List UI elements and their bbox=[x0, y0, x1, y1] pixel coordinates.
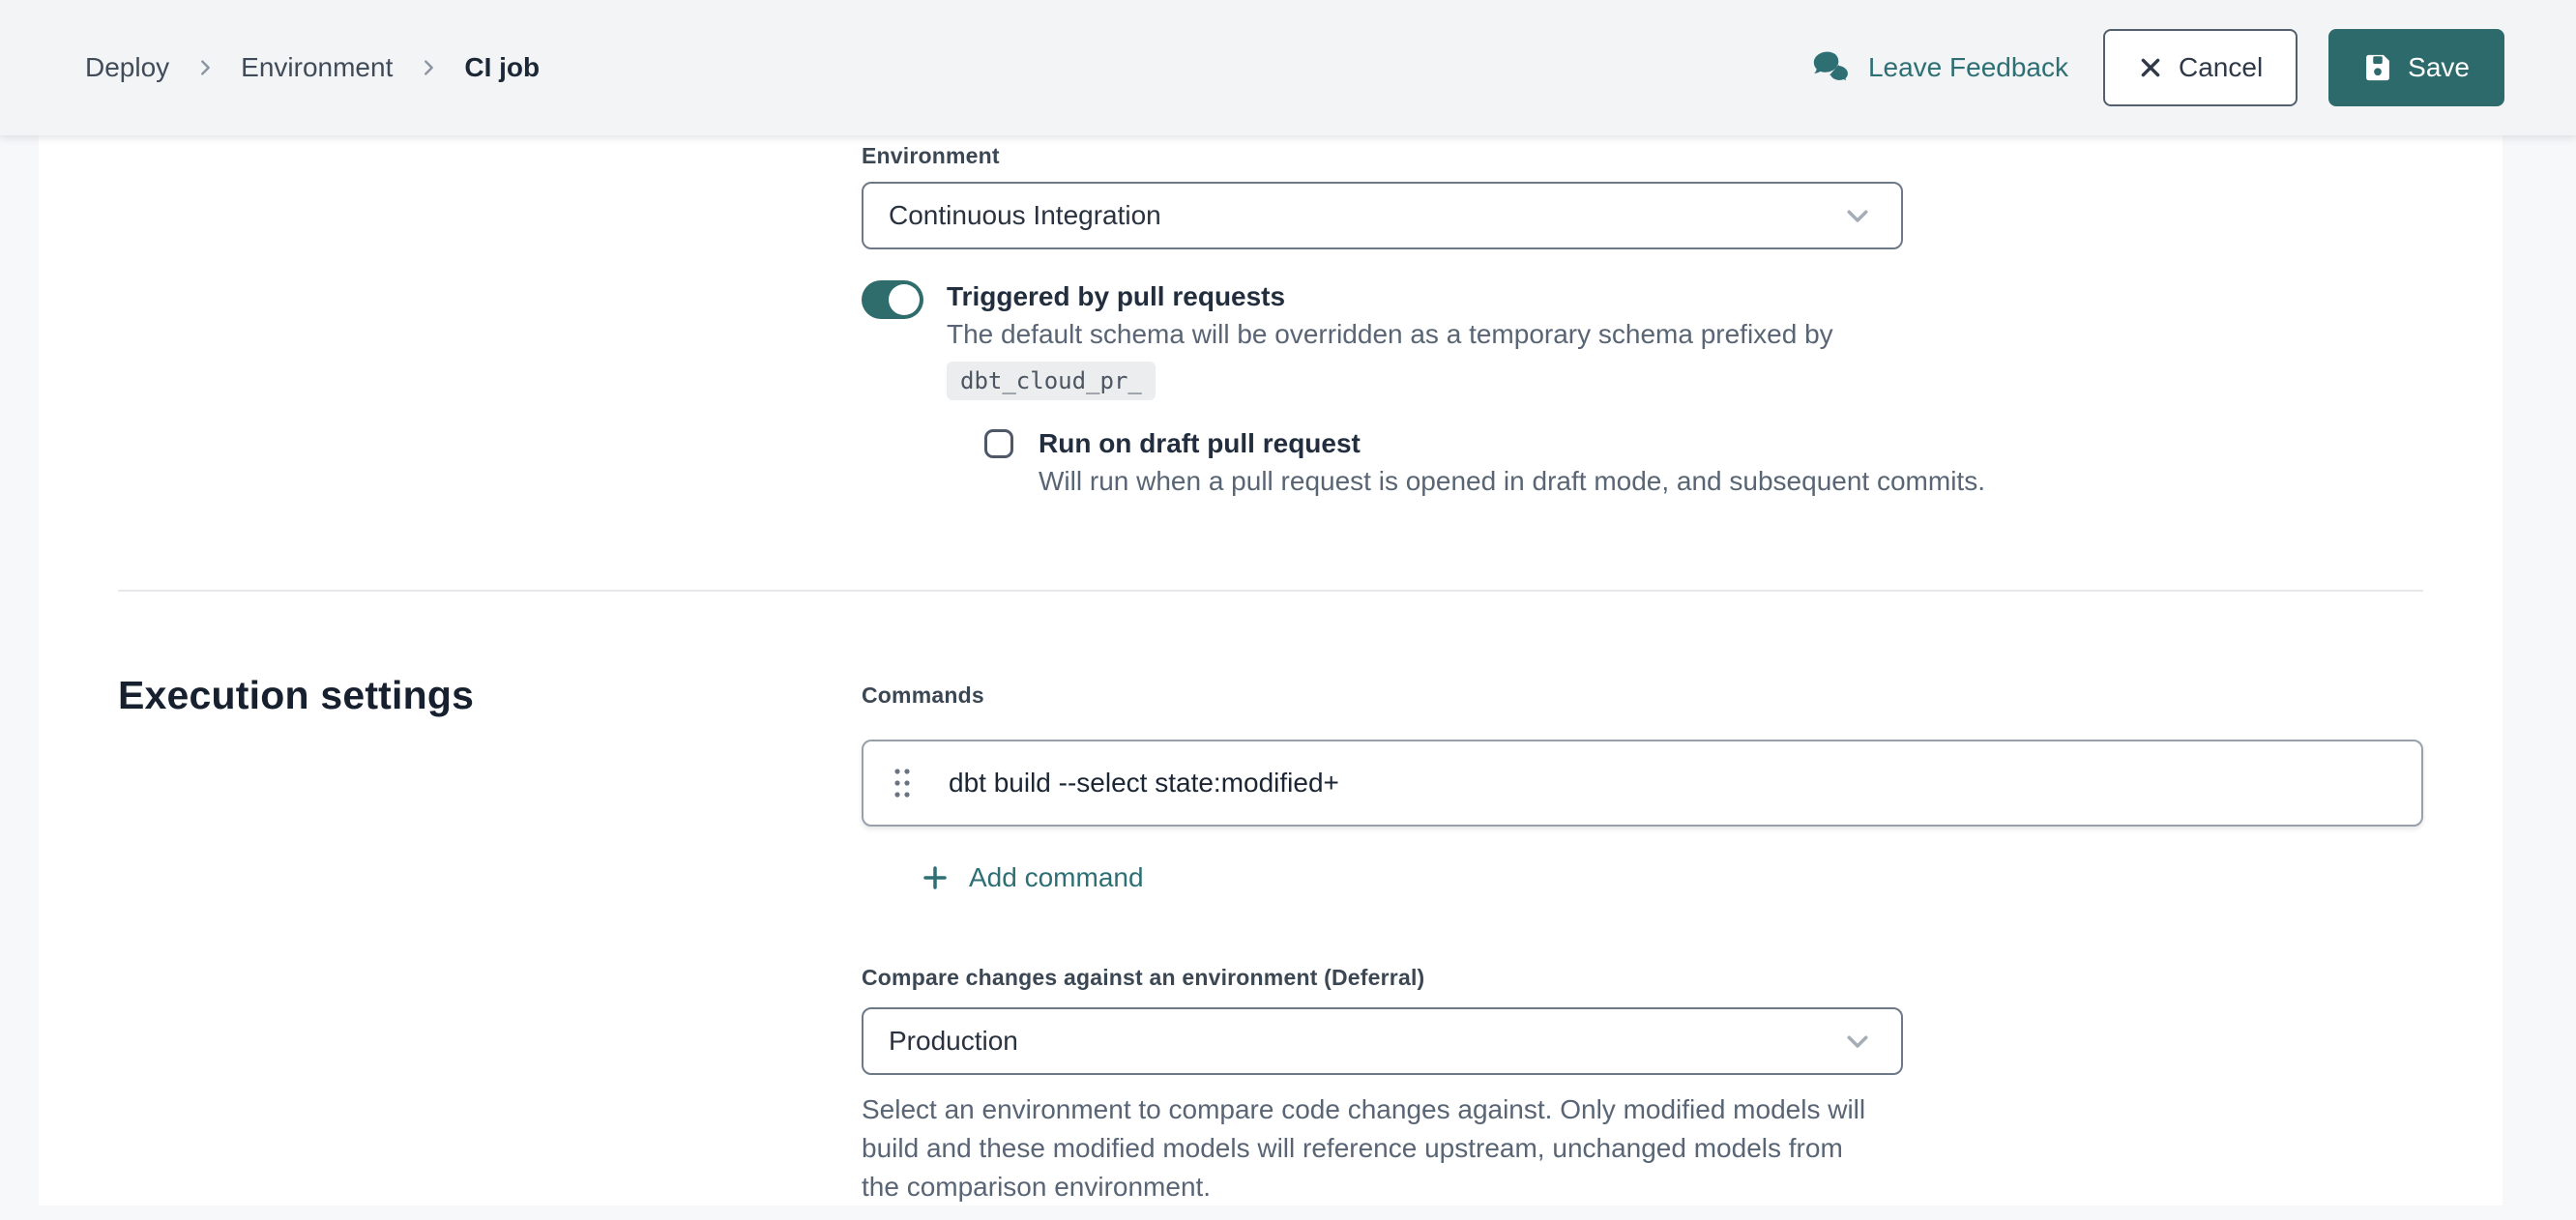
cancel-label: Cancel bbox=[2179, 52, 2263, 83]
add-command-button[interactable]: Add command bbox=[921, 862, 1144, 893]
commands-label: Commands bbox=[862, 683, 984, 709]
draft-checkbox-row: Run on draft pull request Will run when … bbox=[984, 425, 1985, 501]
leave-feedback-link[interactable]: Leave Feedback bbox=[1810, 48, 2068, 87]
deferral-select[interactable]: Production bbox=[862, 1007, 1903, 1075]
trigger-toggle-description: The default schema will be overridden as… bbox=[947, 315, 1833, 354]
pull-request-toggle[interactable] bbox=[862, 280, 923, 319]
top-bar: Deploy Environment CI job Leave Feedback bbox=[0, 0, 2576, 135]
drag-handle-icon[interactable] bbox=[891, 765, 914, 801]
environment-select[interactable]: Continuous Integration bbox=[862, 182, 1903, 249]
execution-settings-title: Execution settings bbox=[118, 673, 474, 718]
section-divider bbox=[118, 590, 2423, 592]
deferral-help-text: Select an environment to compare code ch… bbox=[862, 1090, 1887, 1206]
save-floppy-icon bbox=[2363, 53, 2392, 82]
chevron-right-icon bbox=[418, 57, 439, 78]
toggle-knob bbox=[889, 284, 920, 315]
save-label: Save bbox=[2408, 52, 2470, 83]
leave-feedback-label: Leave Feedback bbox=[1868, 52, 2068, 83]
breadcrumb-deploy[interactable]: Deploy bbox=[85, 52, 169, 83]
breadcrumb-ci-job: CI job bbox=[464, 52, 540, 83]
schema-prefix-code: dbt_cloud_pr_ bbox=[947, 362, 1156, 400]
settings-card: Environment Continuous Integration Trigg… bbox=[39, 135, 2503, 1205]
command-input[interactable] bbox=[949, 768, 2394, 799]
topbar-actions: Leave Feedback Cancel Save bbox=[1810, 29, 2504, 106]
deferral-label: Compare changes against an environment (… bbox=[862, 965, 1424, 991]
plus-icon bbox=[921, 863, 950, 892]
breadcrumb-environment[interactable]: Environment bbox=[241, 52, 393, 83]
breadcrumb: Deploy Environment CI job bbox=[85, 52, 540, 83]
trigger-toggle-label: Triggered by pull requests bbox=[947, 278, 1833, 315]
cancel-button[interactable]: Cancel bbox=[2103, 29, 2298, 106]
chevron-right-icon bbox=[194, 57, 216, 78]
deferral-select-value: Production bbox=[889, 1026, 1018, 1057]
save-button[interactable]: Save bbox=[2328, 29, 2504, 106]
ci-job-settings-page: Deploy Environment CI job Leave Feedback bbox=[0, 0, 2576, 1220]
environment-select-value: Continuous Integration bbox=[889, 200, 1161, 231]
command-row bbox=[862, 740, 2423, 827]
trigger-toggle-texts: Triggered by pull requests The default s… bbox=[947, 278, 1833, 400]
chevron-down-icon bbox=[1843, 1027, 1872, 1056]
add-command-label: Add command bbox=[969, 862, 1144, 893]
chevron-down-icon bbox=[1843, 201, 1872, 230]
draft-checkbox-texts: Run on draft pull request Will run when … bbox=[1039, 425, 1985, 501]
environment-label: Environment bbox=[862, 143, 1000, 169]
trigger-toggle-row: Triggered by pull requests The default s… bbox=[862, 278, 1833, 400]
chat-bubbles-icon bbox=[1810, 48, 1853, 87]
draft-checkbox-label: Run on draft pull request bbox=[1039, 425, 1985, 462]
close-icon bbox=[2138, 55, 2163, 80]
draft-pr-checkbox[interactable] bbox=[984, 429, 1013, 458]
draft-checkbox-description: Will run when a pull request is opened i… bbox=[1039, 462, 1985, 501]
